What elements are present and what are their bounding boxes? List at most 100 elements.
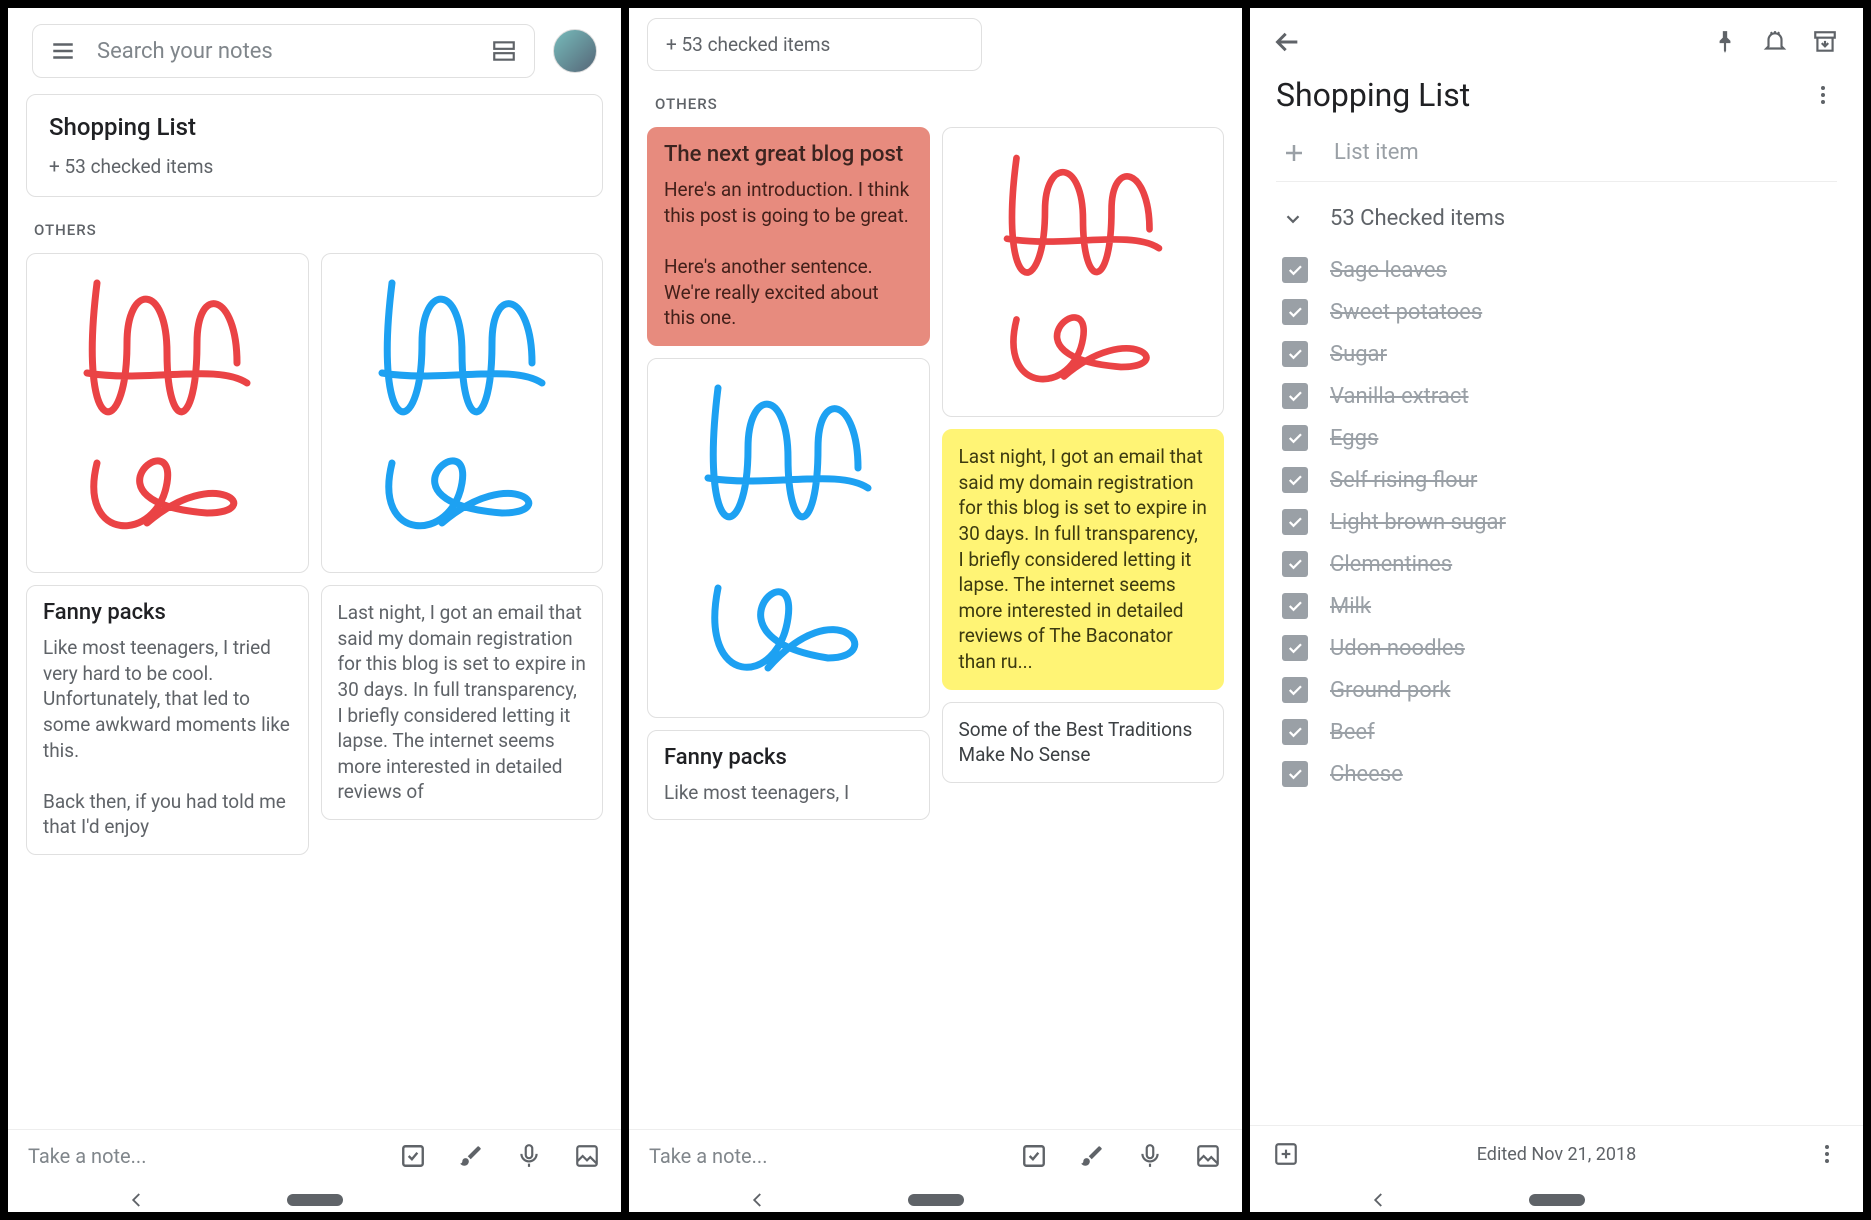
- search-box[interactable]: Search your notes: [32, 24, 535, 78]
- masonry-col-2: Last night, I got an email that said my …: [321, 253, 604, 855]
- checkbox-checked-icon[interactable]: [1282, 635, 1308, 661]
- checkbox-checked-icon[interactable]: [1282, 257, 1308, 283]
- nav-back-icon[interactable]: [1370, 1191, 1388, 1209]
- drawing-note-blue[interactable]: [321, 253, 604, 573]
- checked-item[interactable]: Vanilla extract: [1276, 375, 1837, 417]
- mic-icon[interactable]: [515, 1142, 543, 1170]
- note-body: Last night, I got an email that said my …: [959, 444, 1208, 675]
- note-title[interactable]: Shopping List: [1276, 76, 1809, 114]
- nav-home-pill[interactable]: [287, 1194, 343, 1206]
- checked-item[interactable]: Ground pork: [1276, 669, 1837, 711]
- menu-icon[interactable]: [49, 37, 77, 65]
- checked-item-label: Light brown sugar: [1330, 510, 1506, 535]
- checked-item[interactable]: Milk: [1276, 585, 1837, 627]
- take-note-input[interactable]: Take a note...: [28, 1144, 369, 1168]
- note-body: Like most teenagers, I: [664, 780, 913, 806]
- nav-back-icon[interactable]: [128, 1191, 146, 1209]
- masonry-col-2: Last night, I got an email that said my …: [942, 127, 1225, 820]
- note-body: Last night, I got an email that said my …: [338, 600, 587, 805]
- brush-icon[interactable]: [1078, 1142, 1106, 1170]
- avatar[interactable]: [553, 29, 597, 73]
- checkbox-checked-icon[interactable]: [1282, 677, 1308, 703]
- more-vert-icon[interactable]: [1813, 1140, 1841, 1168]
- archive-icon[interactable]: [1811, 28, 1839, 56]
- android-navbar: [8, 1182, 621, 1212]
- brush-icon[interactable]: [457, 1142, 485, 1170]
- notes-scroll[interactable]: + 53 checked items OTHERS The next great…: [629, 8, 1242, 1129]
- drawing-note-red[interactable]: [942, 127, 1225, 417]
- note-body: Here's an introduction. I think this pos…: [664, 177, 913, 331]
- checklist-icon[interactable]: [1020, 1142, 1048, 1170]
- search-placeholder: Search your notes: [97, 39, 470, 64]
- note-bottombar: Edited Nov 21, 2018: [1250, 1125, 1863, 1182]
- checked-items-label: 53 Checked items: [1330, 206, 1505, 231]
- checked-item-label: Ground pork: [1330, 678, 1450, 703]
- image-icon[interactable]: [573, 1142, 601, 1170]
- checkbox-checked-icon[interactable]: [1282, 509, 1308, 535]
- android-navbar: [629, 1182, 1242, 1212]
- reminder-icon[interactable]: [1761, 28, 1789, 56]
- note-domain[interactable]: Last night, I got an email that said my …: [321, 585, 604, 820]
- note-blog-post[interactable]: The next great blog post Here's an intro…: [647, 127, 930, 346]
- add-list-item[interactable]: List item: [1276, 128, 1837, 182]
- pin-icon[interactable]: [1711, 28, 1739, 56]
- checked-item[interactable]: Self rising flour: [1276, 459, 1837, 501]
- note-fanny-packs[interactable]: Fanny packs Like most teenagers, I tried…: [26, 585, 309, 855]
- checklist-icon[interactable]: [399, 1142, 427, 1170]
- checked-items-toggle[interactable]: 53 Checked items: [1276, 182, 1837, 249]
- add-item-label: List item: [1334, 140, 1419, 165]
- list-view-icon[interactable]: [490, 37, 518, 65]
- checked-item[interactable]: Eggs: [1276, 417, 1837, 459]
- panel-keep-home-1: Search your notes Shopping List + 53 che…: [8, 8, 621, 1212]
- nav-back-icon[interactable]: [749, 1191, 767, 1209]
- note-title: The next great blog post: [664, 142, 913, 167]
- nav-home-pill[interactable]: [908, 1194, 964, 1206]
- note-body: Some of the Best Traditions Make No Sens…: [959, 717, 1208, 768]
- back-arrow-icon[interactable]: [1274, 28, 1302, 56]
- checked-item[interactable]: Clementines: [1276, 543, 1837, 585]
- add-box-icon[interactable]: [1272, 1140, 1300, 1168]
- topbar: Search your notes: [8, 8, 621, 94]
- checkbox-checked-icon[interactable]: [1282, 593, 1308, 619]
- checkbox-checked-icon[interactable]: [1282, 551, 1308, 577]
- note-title: Fanny packs: [664, 745, 913, 770]
- image-icon[interactable]: [1194, 1142, 1222, 1170]
- notes-scroll[interactable]: Shopping List + 53 checked items OTHERS …: [8, 94, 621, 1129]
- checked-item[interactable]: Udon noodles: [1276, 627, 1837, 669]
- masonry-col-1: The next great blog post Here's an intro…: [647, 127, 930, 820]
- checkbox-checked-icon[interactable]: [1282, 467, 1308, 493]
- checked-item[interactable]: Light brown sugar: [1276, 501, 1837, 543]
- checkbox-checked-icon[interactable]: [1282, 719, 1308, 745]
- bottom-bar: Take a note...: [8, 1129, 621, 1182]
- nav-home-pill[interactable]: [1529, 1194, 1585, 1206]
- checked-item-label: Sweet potatoes: [1330, 300, 1482, 325]
- take-note-input[interactable]: Take a note...: [649, 1144, 990, 1168]
- pinned-note-card[interactable]: Shopping List + 53 checked items: [26, 94, 603, 197]
- checked-item[interactable]: Cheese: [1276, 753, 1837, 795]
- note-traditions[interactable]: Some of the Best Traditions Make No Sens…: [942, 702, 1225, 783]
- checked-item[interactable]: Sugar: [1276, 333, 1837, 375]
- checkbox-checked-icon[interactable]: [1282, 341, 1308, 367]
- drawing-note-red[interactable]: [26, 253, 309, 573]
- checked-item-label: Self rising flour: [1330, 468, 1477, 493]
- more-vert-icon[interactable]: [1809, 81, 1837, 109]
- checked-item[interactable]: Sage leaves: [1276, 249, 1837, 291]
- checked-item[interactable]: Beef: [1276, 711, 1837, 753]
- checklist-body[interactable]: List item 53 Checked items Sage leaves Sw…: [1250, 128, 1863, 1125]
- checked-item[interactable]: Sweet potatoes: [1276, 291, 1837, 333]
- checkbox-checked-icon[interactable]: [1282, 299, 1308, 325]
- mic-icon[interactable]: [1136, 1142, 1164, 1170]
- checkbox-checked-icon[interactable]: [1282, 425, 1308, 451]
- pinned-note-card[interactable]: + 53 checked items: [647, 18, 982, 71]
- checkbox-checked-icon[interactable]: [1282, 761, 1308, 787]
- checked-item-label: Cheese: [1330, 762, 1403, 787]
- checkbox-checked-icon[interactable]: [1282, 383, 1308, 409]
- checked-item-label: Beef: [1330, 720, 1375, 745]
- pinned-subtitle: + 53 checked items: [666, 33, 963, 56]
- checked-item-label: Udon noodles: [1330, 636, 1465, 661]
- drawing-note-blue[interactable]: [647, 358, 930, 718]
- note-title-row: Shopping List: [1250, 68, 1863, 128]
- note-fanny-packs[interactable]: Fanny packs Like most teenagers, I: [647, 730, 930, 821]
- note-domain-yellow[interactable]: Last night, I got an email that said my …: [942, 429, 1225, 690]
- checked-item-label: Milk: [1330, 594, 1371, 619]
